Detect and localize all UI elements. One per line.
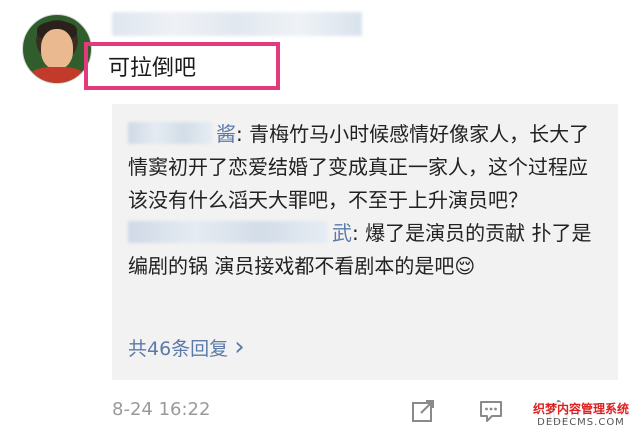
chevron-right-icon: › [234, 332, 245, 362]
blurred-reply-author[interactable] [128, 122, 212, 144]
share-icon[interactable] [410, 398, 436, 424]
watermark: 织梦内容管理系统 DEDECMS.COM [528, 402, 633, 430]
reply-author-tail[interactable]: 武 [332, 221, 352, 245]
blurred-username[interactable] [112, 12, 362, 36]
comment-date: 8-24 16:22 [112, 399, 211, 420]
reply-card[interactable]: 酱: 青梅竹马小时候感情好像家人，长大了情窦初开了恋爱结婚了变成真正一家人，这个… [112, 104, 618, 380]
reply-item[interactable]: 酱: 青梅竹马小时候感情好像家人，长大了情窦初开了恋爱结婚了变成真正一家人，这个… [128, 118, 602, 217]
avatar-face [41, 29, 73, 69]
reply-item[interactable]: 武: 爆了是演员的贡献 扑了是编剧的锅 演员接戏都不看剧本的是吧😌 [128, 217, 602, 283]
comment-icon[interactable] [478, 398, 504, 424]
avatar-shirt [29, 67, 85, 83]
reply-author-tail[interactable]: 酱 [216, 122, 236, 146]
avatar[interactable] [22, 14, 92, 84]
comment-text: 可拉倒吧 [108, 56, 197, 81]
watermark-line1: 织梦内容管理系统 [532, 402, 629, 416]
comment-highlight: 可拉倒吧 [84, 42, 280, 90]
more-replies-label: 共46条回复 [128, 338, 229, 360]
more-replies-link[interactable]: 共46条回复 › [128, 334, 245, 361]
blurred-reply-author[interactable] [128, 221, 328, 243]
watermark-line2: DEDECMS.COM [537, 417, 625, 428]
